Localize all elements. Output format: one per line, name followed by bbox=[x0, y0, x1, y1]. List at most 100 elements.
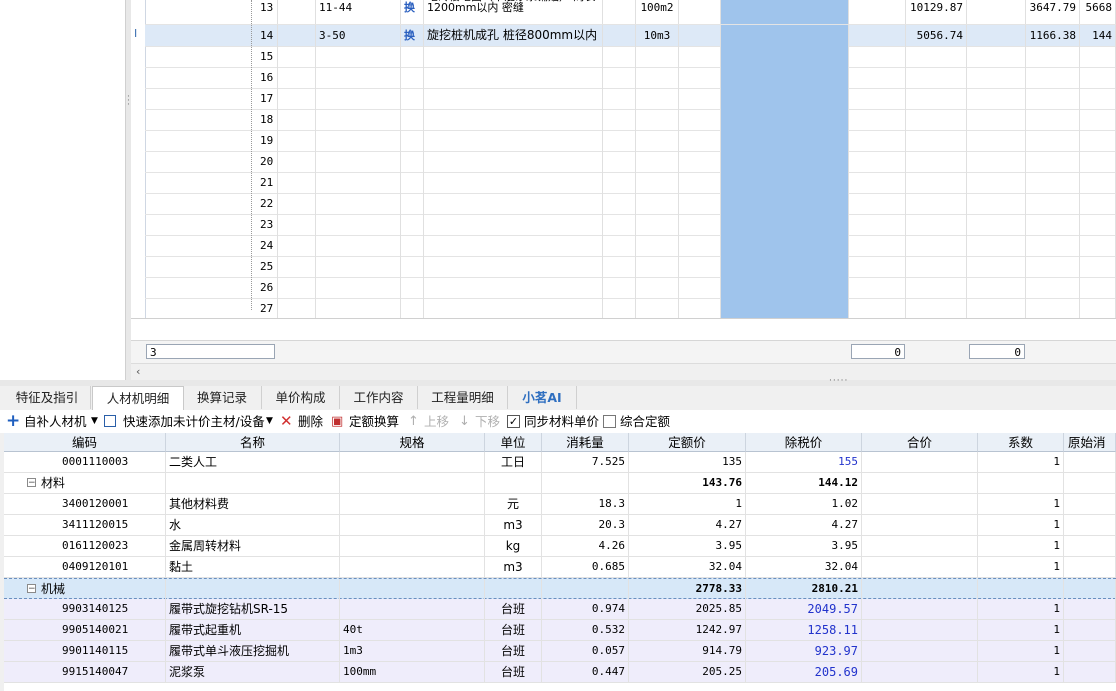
cell-quota[interactable]: 3.95 bbox=[629, 536, 746, 556]
grid-cell-b3[interactable] bbox=[679, 130, 721, 151]
grid-cell-v3[interactable] bbox=[1080, 67, 1116, 88]
grid-cell-b2[interactable] bbox=[603, 256, 636, 277]
grid-cell-v1[interactable]: 10129.87 bbox=[906, 0, 967, 24]
grid-cell-name[interactable] bbox=[424, 277, 603, 298]
cell-coef[interactable]: 1 bbox=[978, 620, 1064, 640]
cell-code[interactable]: 9903140125 bbox=[4, 599, 166, 619]
grid-cell-unit[interactable] bbox=[636, 172, 679, 193]
grid-cell-v2[interactable] bbox=[1026, 46, 1080, 67]
grid-cell-b4[interactable] bbox=[849, 172, 906, 193]
cell-price[interactable]: 155 bbox=[746, 452, 862, 472]
grid-cell-b5[interactable] bbox=[967, 256, 1026, 277]
highlight-cell[interactable] bbox=[721, 46, 849, 67]
grid-cell-b4[interactable] bbox=[849, 235, 906, 256]
cell-empty[interactable] bbox=[166, 473, 340, 493]
quota-row[interactable]: 23 bbox=[145, 214, 1116, 236]
grid-cell-v1[interactable] bbox=[906, 256, 967, 277]
grid-cell-unit[interactable] bbox=[636, 235, 679, 256]
cell-quota[interactable]: 4.27 bbox=[629, 515, 746, 535]
splitter-grip-icon[interactable]: · · · bbox=[127, 93, 130, 111]
cell-quota[interactable]: 2025.85 bbox=[629, 599, 746, 619]
grid-cell-b4[interactable] bbox=[849, 130, 906, 151]
quota-row[interactable]: 22 bbox=[145, 193, 1116, 215]
grid-cell-v2[interactable] bbox=[1026, 151, 1080, 172]
resource-row[interactable]: 9915140047 泥浆泵 100mm 台班 0.447 205.25 205.69 1 bbox=[4, 662, 1116, 683]
grid-cell-b4[interactable] bbox=[849, 88, 906, 109]
grid-cell-code[interactable] bbox=[316, 67, 401, 88]
grid-cell-name[interactable] bbox=[424, 235, 603, 256]
cell-code[interactable]: 9905140021 bbox=[4, 620, 166, 640]
cell-name[interactable]: 黏土 bbox=[166, 557, 340, 577]
grid-cell-v2[interactable] bbox=[1026, 172, 1080, 193]
grid-cell-name[interactable] bbox=[424, 130, 603, 151]
cell-name[interactable]: 履带式旋挖钻机SR-15 bbox=[166, 599, 340, 619]
grid-cell-unit[interactable] bbox=[636, 214, 679, 235]
cell-quota[interactable]: 205.25 bbox=[629, 662, 746, 682]
grid-cell-name[interactable] bbox=[424, 256, 603, 277]
cell-code[interactable]: 9901140115 bbox=[4, 641, 166, 661]
grid-cell-blank[interactable] bbox=[278, 172, 316, 193]
grid-cell-blank[interactable] bbox=[278, 151, 316, 172]
col-header-coef[interactable]: 系数 bbox=[978, 433, 1064, 452]
cell-price[interactable]: 1258.11 bbox=[746, 620, 862, 640]
tab-conversion-log[interactable]: 换算记录 bbox=[183, 386, 262, 409]
resource-row[interactable]: 9901140115 履带式单斗液压挖掘机 1m3 台班 0.057 914.79 923.… bbox=[4, 641, 1116, 662]
highlight-cell[interactable] bbox=[721, 256, 849, 277]
cell-unit[interactable]: 元 bbox=[485, 494, 542, 514]
grid-cell-unit[interactable] bbox=[636, 109, 679, 130]
col-header-code[interactable]: 编码 bbox=[4, 433, 166, 452]
swap-marker[interactable] bbox=[401, 193, 424, 214]
grid-cell-b3[interactable] bbox=[679, 298, 721, 319]
cell-empty[interactable] bbox=[542, 579, 629, 599]
grid-cell-v3[interactable] bbox=[1080, 235, 1116, 256]
cell-spec[interactable] bbox=[340, 599, 485, 619]
cell-coef[interactable]: 1 bbox=[978, 452, 1064, 472]
add-material-button[interactable]: 自补人材机 bbox=[24, 410, 87, 433]
quota-row[interactable]: 17 bbox=[145, 88, 1116, 110]
grid-cell-b2[interactable] bbox=[603, 277, 636, 298]
grid-cell-unit[interactable] bbox=[636, 277, 679, 298]
cell-empty[interactable] bbox=[978, 579, 1064, 599]
cell-empty[interactable] bbox=[1064, 494, 1116, 514]
col-header-quota-price[interactable]: 定额价 bbox=[629, 433, 746, 452]
grid-cell-b2[interactable] bbox=[603, 25, 636, 46]
grid-cell-b2[interactable] bbox=[603, 172, 636, 193]
highlight-cell[interactable] bbox=[721, 214, 849, 235]
move-up-button[interactable]: 上移 bbox=[424, 410, 449, 433]
swap-marker[interactable] bbox=[401, 130, 424, 151]
grid-cell-v3[interactable] bbox=[1080, 214, 1116, 235]
grid-cell-b5[interactable] bbox=[967, 46, 1026, 67]
quota-row[interactable]: 19 bbox=[145, 130, 1116, 152]
cell-empty[interactable] bbox=[862, 620, 978, 640]
cell-quota[interactable]: 914.79 bbox=[629, 641, 746, 661]
grid-cell-code[interactable] bbox=[316, 277, 401, 298]
cell-coef[interactable]: 1 bbox=[978, 536, 1064, 556]
grid-cell-blank[interactable] bbox=[278, 109, 316, 130]
quota-row[interactable]: 26 bbox=[145, 277, 1116, 299]
cell-empty[interactable] bbox=[862, 557, 978, 577]
tab-unit-price[interactable]: 单价构成 bbox=[262, 386, 340, 409]
col-header-taxfree-price[interactable]: 除税价 bbox=[746, 433, 862, 452]
grid-cell-v1[interactable] bbox=[906, 298, 967, 319]
quick-add-button[interactable]: 快速添加未计价主材/设备 bbox=[123, 410, 265, 433]
grid-cell-b4[interactable] bbox=[849, 277, 906, 298]
cell-price[interactable]: 3.95 bbox=[746, 536, 862, 556]
cell-coef[interactable]: 1 bbox=[978, 641, 1064, 661]
grid-cell-name[interactable] bbox=[424, 88, 603, 109]
cell-quota[interactable]: 1 bbox=[629, 494, 746, 514]
category-row[interactable]: − 机械 2778.33 2810.21 bbox=[4, 578, 1116, 599]
grid-cell-v1[interactable] bbox=[906, 109, 967, 130]
cell-empty[interactable] bbox=[862, 473, 978, 493]
grid-cell-name[interactable] bbox=[424, 151, 603, 172]
cell-unit[interactable]: 台班 bbox=[485, 662, 542, 682]
cell-code[interactable]: 0409120101 bbox=[4, 557, 166, 577]
highlight-cell[interactable] bbox=[721, 88, 849, 109]
grid-cell-code[interactable] bbox=[316, 298, 401, 319]
cell-qty[interactable]: 4.26 bbox=[542, 536, 629, 556]
grid-cell-code[interactable] bbox=[316, 214, 401, 235]
quota-row[interactable]: 15 bbox=[145, 46, 1116, 68]
grid-cell-b4[interactable] bbox=[849, 214, 906, 235]
grid-cell-v3[interactable]: 144 bbox=[1080, 25, 1116, 46]
swap-marker[interactable] bbox=[401, 109, 424, 130]
grid-cell-name[interactable] bbox=[424, 214, 603, 235]
